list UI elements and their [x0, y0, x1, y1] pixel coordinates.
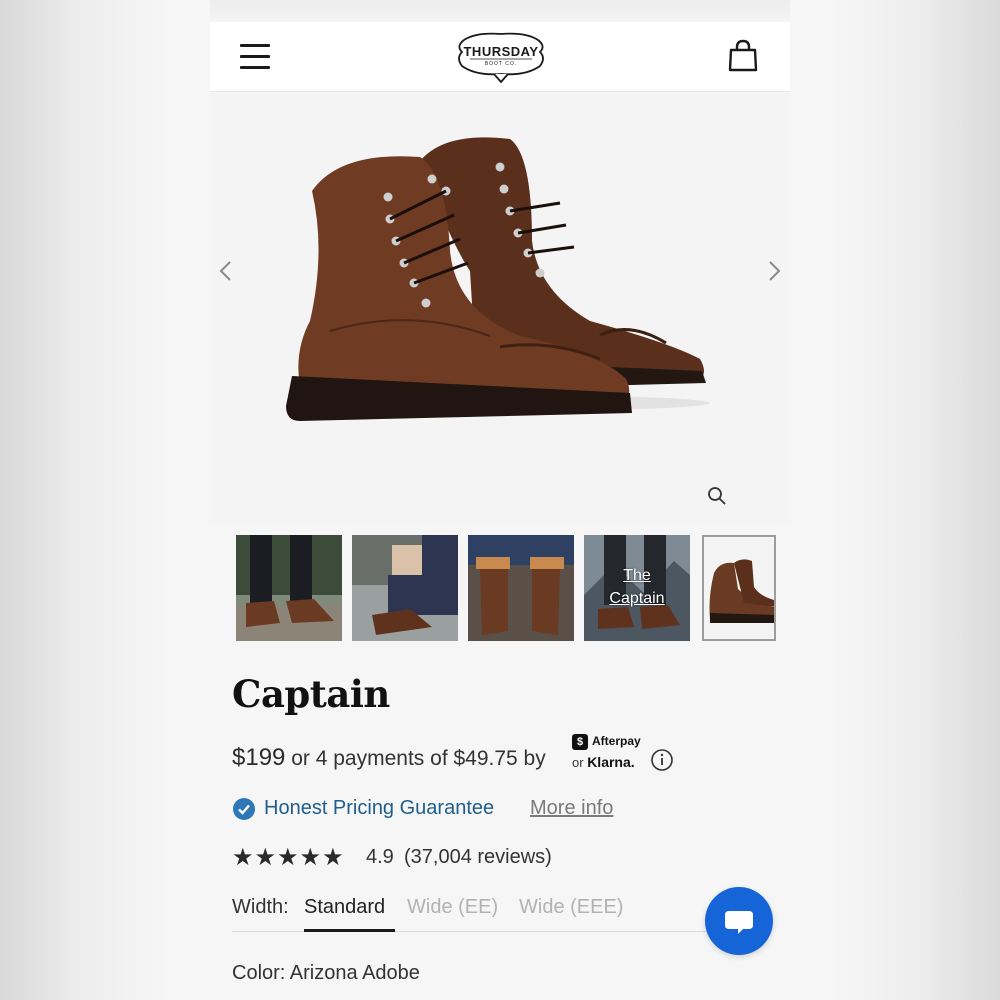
brand-logo[interactable]: THURSDAY BOOT CO. — [454, 26, 548, 86]
star-rating-icon: ★★★★★ — [232, 844, 345, 871]
color-label: Color: Arizona Adobe — [232, 962, 420, 984]
logo-subtitle: BOOT CO. — [484, 61, 518, 67]
thumbnail-caption-line1: The — [623, 567, 651, 584]
main-product-image — [286, 137, 710, 421]
more-info-link[interactable]: More info — [530, 797, 613, 820]
installments-text: or 4 payments of $49.75 by — [291, 747, 546, 770]
klarna-label: Klarna. — [587, 754, 635, 770]
width-option-wide-eee[interactable]: Wide (EEE) — [519, 896, 623, 919]
check-badge-icon — [233, 798, 255, 820]
product-image-gallery[interactable] — [210, 93, 790, 523]
chevron-left-icon[interactable] — [216, 259, 236, 283]
magnifier-icon[interactable] — [706, 485, 728, 507]
width-label: Width: — [232, 896, 289, 918]
width-option-wide-ee[interactable]: Wide (EE) — [407, 896, 498, 919]
thumbnail-strip: The Captain — [236, 535, 776, 641]
thumbnail-4[interactable]: The Captain — [584, 535, 690, 641]
width-selector: Width: Standard Wide (EE) Wide (EEE) — [232, 894, 722, 934]
shopping-bag-icon[interactable] — [726, 38, 760, 74]
afterpay-icon: $ — [572, 734, 588, 750]
thumbnail-1[interactable] — [236, 535, 342, 641]
chat-bubble-icon — [725, 911, 753, 934]
thumbnail-2[interactable] — [352, 535, 458, 641]
thumbnail-3[interactable] — [468, 535, 574, 641]
klarna-badge: or Klarna. — [572, 754, 635, 770]
product-price: $199 — [232, 744, 286, 771]
rating-value: 4.9 — [366, 846, 394, 868]
klarna-prefix: or — [572, 755, 584, 770]
chat-button[interactable] — [705, 887, 773, 955]
logo-wordmark: THURSDAY — [463, 44, 539, 59]
afterpay-label: Afterpay — [592, 734, 641, 749]
review-count: (37,004 reviews) — [404, 846, 552, 868]
status-strip — [210, 0, 790, 22]
phone-viewport: THURSDAY BOOT CO. The Captain Captain $1… — [210, 0, 790, 1000]
width-selected-indicator — [304, 929, 395, 932]
info-icon[interactable] — [650, 748, 674, 772]
afterpay-badge: $ Afterpay — [572, 734, 641, 750]
product-title: Captain — [232, 672, 390, 716]
payment-badges: $ Afterpay or Klarna. — [572, 734, 652, 774]
thumbnail-caption-line2: Captain — [609, 590, 665, 607]
hamburger-menu-icon[interactable] — [240, 44, 270, 70]
chevron-right-icon[interactable] — [764, 259, 784, 283]
width-option-standard[interactable]: Standard — [304, 896, 385, 919]
site-header: THURSDAY BOOT CO. — [210, 22, 790, 92]
thumbnail-5-selected[interactable] — [702, 535, 776, 641]
guarantee-label: Honest Pricing Guarantee — [264, 797, 495, 819]
price-row: $199 or 4 payments of $49.75 by — [232, 744, 546, 772]
